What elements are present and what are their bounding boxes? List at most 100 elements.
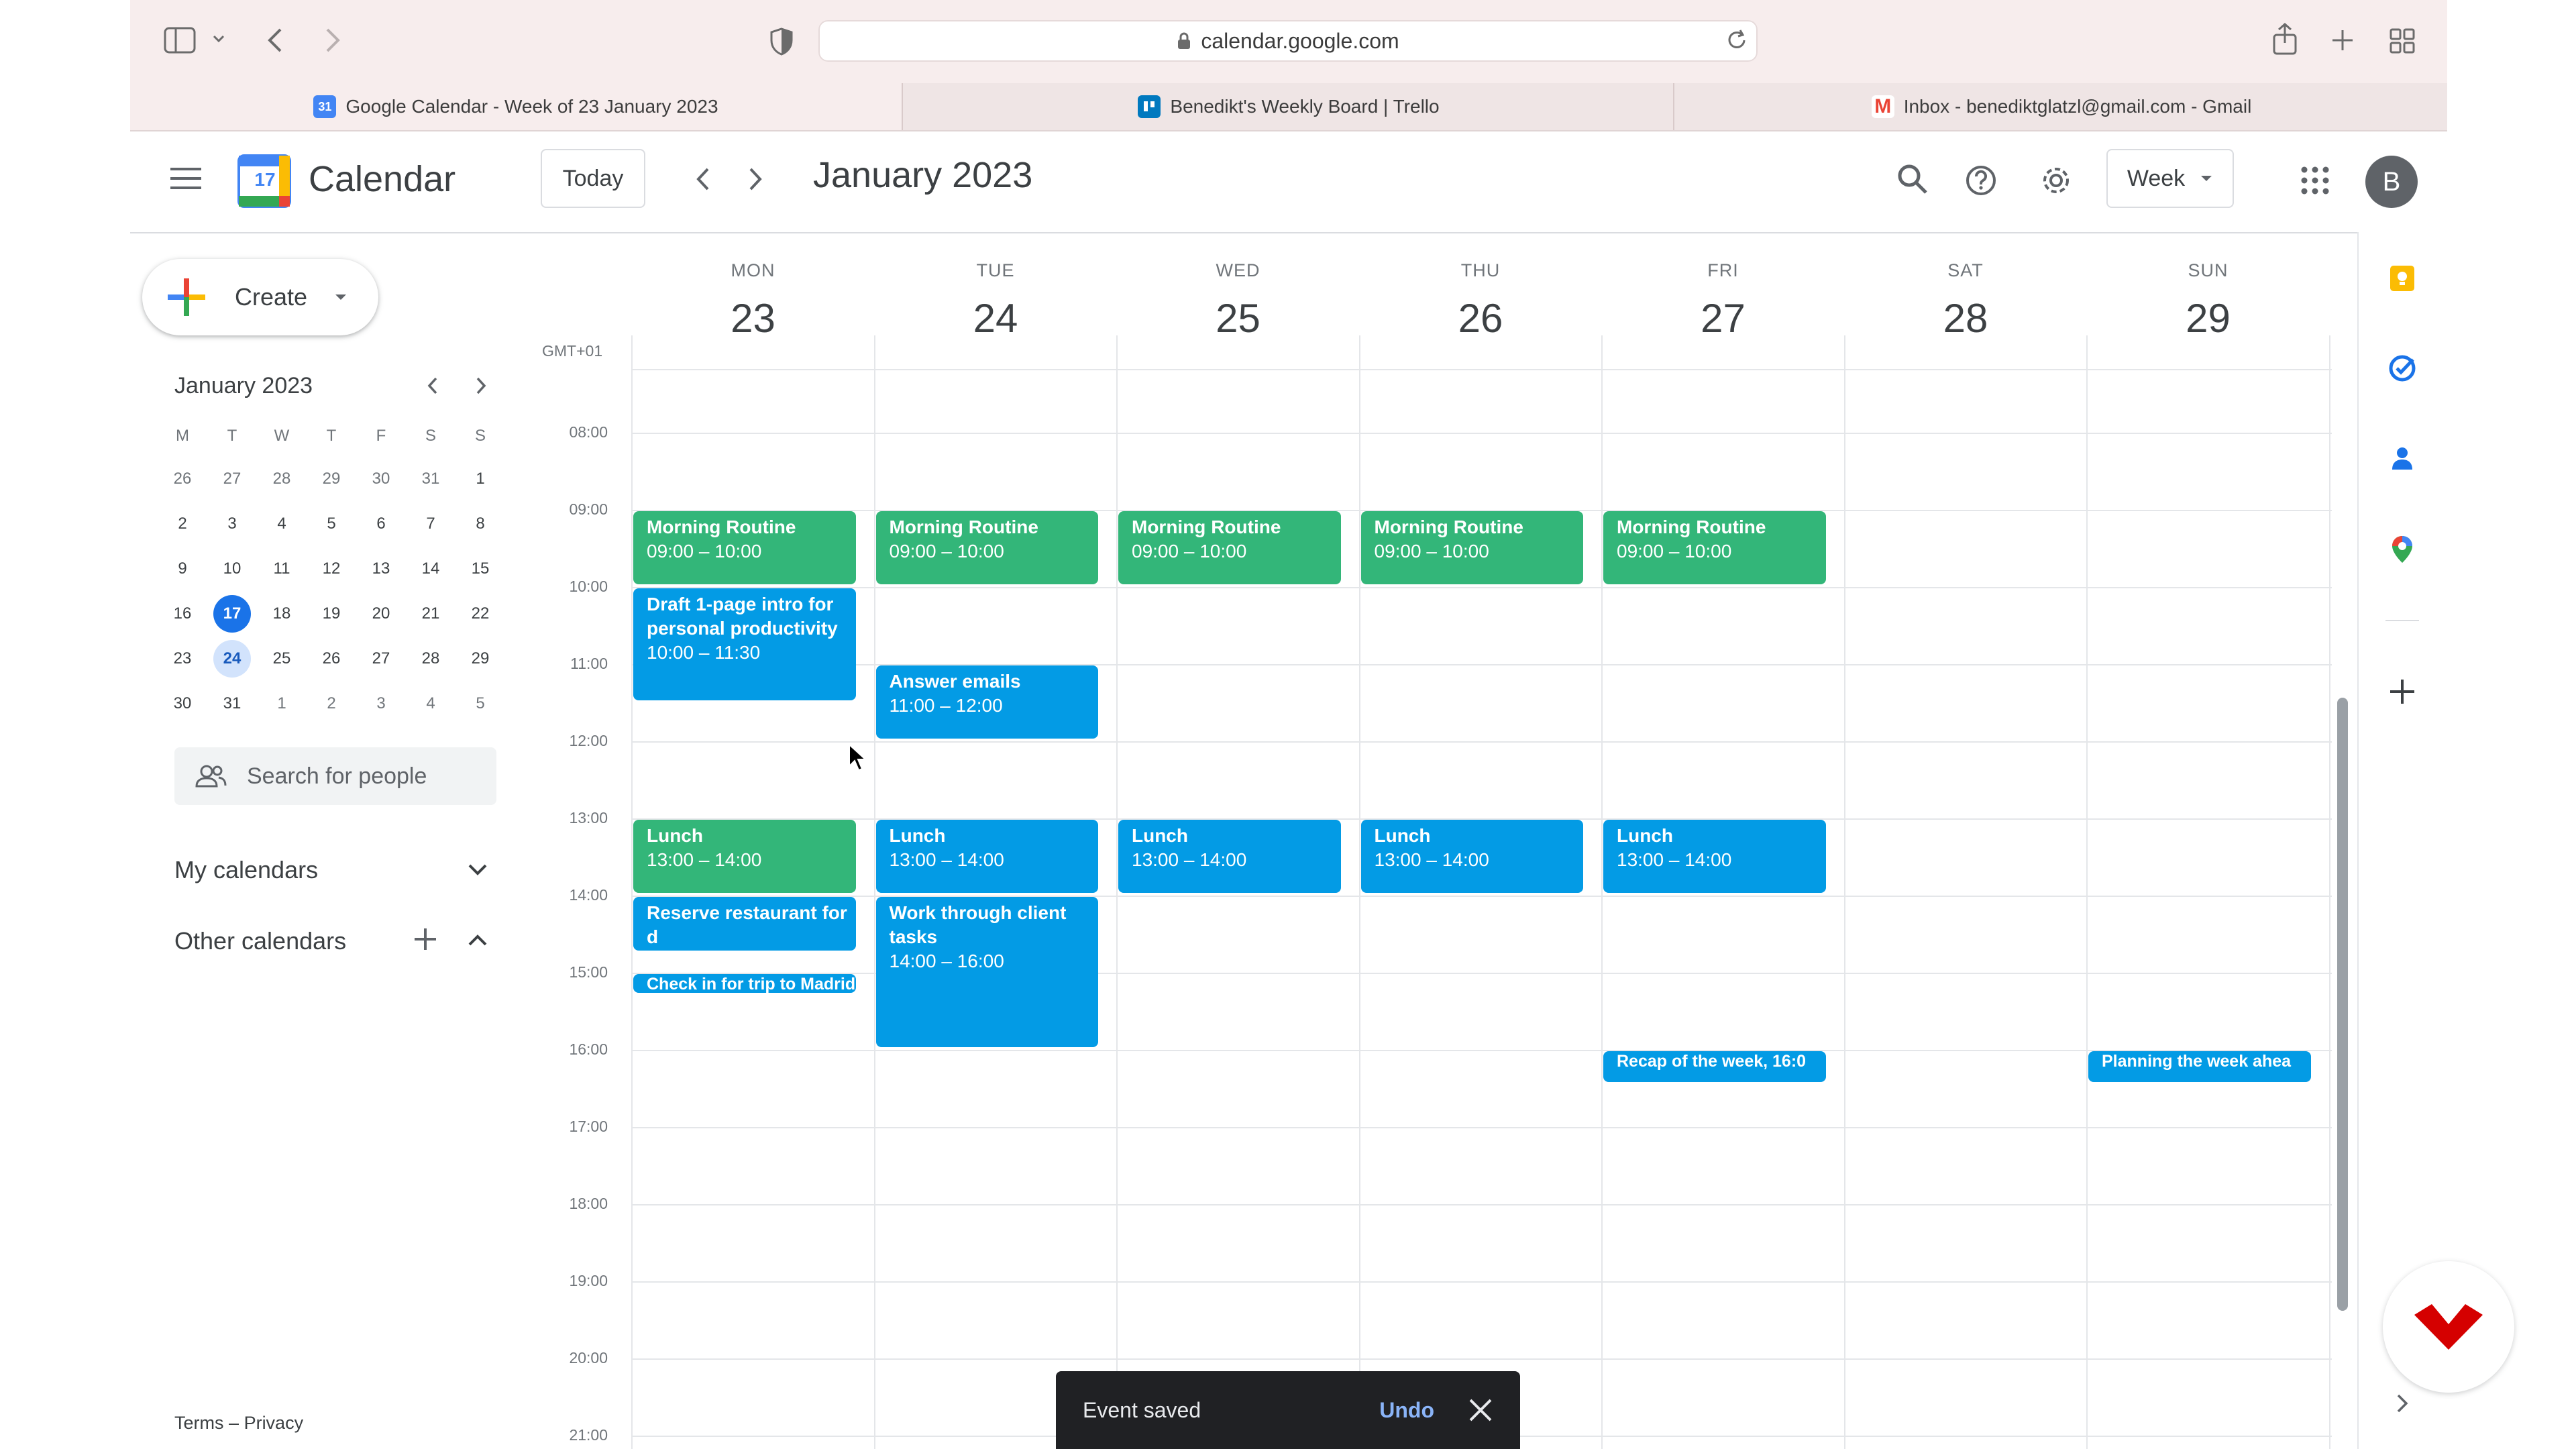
tab-google-calendar[interactable]: 31 Google Calendar - Week of 23 January … bbox=[130, 83, 902, 130]
calendar-event[interactable]: Morning Routine 09:00 – 10:00 bbox=[1603, 511, 1826, 584]
previous-week-icon[interactable] bbox=[691, 164, 715, 195]
mini-calendar-day[interactable]: 1 bbox=[263, 685, 301, 722]
share-icon[interactable] bbox=[2271, 23, 2298, 55]
mini-calendar-day[interactable]: 5 bbox=[462, 685, 499, 722]
mini-calendar-day[interactable]: 28 bbox=[263, 460, 301, 498]
add-other-calendar-icon[interactable] bbox=[412, 926, 439, 953]
mini-calendar-day[interactable]: 1 bbox=[462, 460, 499, 498]
calendar-event[interactable]: Lunch 13:00 – 14:00 bbox=[1603, 820, 1826, 893]
tab-trello[interactable]: Benedikt's Weekly Board | Trello bbox=[902, 83, 1674, 130]
add-addon-icon[interactable] bbox=[2388, 678, 2416, 706]
day-number[interactable]: 25 bbox=[1117, 295, 1359, 341]
mini-calendar-day[interactable]: 29 bbox=[462, 640, 499, 678]
calendar-event[interactable]: Morning Routine 09:00 – 10:00 bbox=[1360, 511, 1583, 584]
create-button[interactable]: Create bbox=[142, 259, 378, 335]
calendar-event[interactable]: Lunch 13:00 – 14:00 bbox=[1360, 820, 1583, 893]
calendar-event[interactable]: Lunch 13:00 – 14:00 bbox=[1118, 820, 1341, 893]
floating-app-badge[interactable] bbox=[2383, 1261, 2514, 1393]
chevron-up-icon[interactable] bbox=[466, 930, 490, 950]
my-calendars-label[interactable]: My calendars bbox=[174, 856, 318, 884]
day-number[interactable]: 29 bbox=[2087, 295, 2329, 341]
chevron-down-icon[interactable] bbox=[466, 860, 490, 880]
tasks-icon[interactable] bbox=[2388, 354, 2416, 382]
day-number[interactable]: 23 bbox=[632, 295, 874, 341]
mini-calendar-day[interactable]: 5 bbox=[313, 505, 350, 543]
apps-grid-icon[interactable] bbox=[2300, 165, 2330, 196]
day-number[interactable]: 28 bbox=[1845, 295, 2087, 341]
mini-calendar-day[interactable]: 16 bbox=[164, 595, 201, 633]
calendar-event[interactable]: Lunch 13:00 – 14:00 bbox=[875, 820, 1098, 893]
mini-calendar-day[interactable]: 26 bbox=[164, 460, 201, 498]
view-switcher-button[interactable]: Week bbox=[2106, 149, 2234, 208]
mini-calendar-day[interactable]: 8 bbox=[462, 505, 499, 543]
undo-button[interactable]: Undo bbox=[1379, 1398, 1434, 1423]
mini-calendar-day[interactable]: 12 bbox=[313, 550, 350, 588]
mini-calendar-day[interactable]: 2 bbox=[313, 685, 350, 722]
next-week-icon[interactable] bbox=[743, 164, 767, 195]
mini-calendar-day[interactable]: 11 bbox=[263, 550, 301, 588]
mini-calendar-day[interactable]: 27 bbox=[213, 460, 251, 498]
mini-calendar-day[interactable]: 15 bbox=[462, 550, 499, 588]
close-icon[interactable] bbox=[1468, 1397, 1493, 1423]
mini-calendar-day[interactable]: 30 bbox=[362, 460, 400, 498]
mini-calendar-day[interactable]: 19 bbox=[313, 595, 350, 633]
mini-calendar-day[interactable]: 2 bbox=[164, 505, 201, 543]
mini-calendar-day[interactable]: 13 bbox=[362, 550, 400, 588]
mini-calendar-day[interactable]: 27 bbox=[362, 640, 400, 678]
search-icon[interactable] bbox=[1896, 162, 1929, 196]
calendar-event[interactable]: Recap of the week, 16:0 bbox=[1603, 1051, 1826, 1082]
account-avatar[interactable]: B bbox=[2365, 156, 2418, 208]
mini-calendar-day[interactable]: 18 bbox=[263, 595, 301, 633]
mini-calendar-day[interactable]: 31 bbox=[213, 685, 251, 722]
settings-gear-icon[interactable] bbox=[2038, 162, 2074, 199]
mini-calendar-day[interactable]: 23 bbox=[164, 640, 201, 678]
day-number[interactable]: 26 bbox=[1360, 295, 1602, 341]
mini-calendar-day[interactable]: 7 bbox=[412, 505, 449, 543]
calendar-event[interactable]: Answer emails 11:00 – 12:00 bbox=[875, 665, 1098, 739]
forward-icon[interactable] bbox=[323, 27, 342, 54]
mini-calendar-day[interactable]: 29 bbox=[313, 460, 350, 498]
mini-prev-month-icon[interactable] bbox=[423, 376, 443, 396]
mini-calendar-day[interactable]: 26 bbox=[313, 640, 350, 678]
mini-calendar-day[interactable]: 21 bbox=[412, 595, 449, 633]
mini-calendar-day[interactable]: 25 bbox=[263, 640, 301, 678]
address-bar[interactable]: calendar.google.com bbox=[818, 20, 1758, 62]
mini-next-month-icon[interactable] bbox=[471, 376, 491, 396]
mini-calendar-day[interactable]: 6 bbox=[362, 505, 400, 543]
day-number[interactable]: 27 bbox=[1602, 295, 1844, 341]
tab-gmail[interactable]: M Inbox - benediktglatzl@gmail.com - Gma… bbox=[1673, 83, 2449, 130]
search-people-field[interactable]: Search for people bbox=[174, 747, 496, 805]
calendar-event[interactable]: Morning Routine 09:00 – 10:00 bbox=[875, 511, 1098, 584]
calendar-event[interactable]: Planning the week ahea bbox=[2088, 1051, 2311, 1082]
calendar-event[interactable]: Morning Routine 09:00 – 10:00 bbox=[633, 511, 856, 584]
mini-calendar-day[interactable]: 14 bbox=[412, 550, 449, 588]
main-menu-icon[interactable] bbox=[169, 165, 203, 192]
mini-calendar-day[interactable]: 30 bbox=[164, 685, 201, 722]
back-icon[interactable] bbox=[266, 27, 284, 54]
mini-calendar-day[interactable]: 9 bbox=[164, 550, 201, 588]
maps-pin-icon[interactable] bbox=[2388, 535, 2416, 564]
mini-calendar-day[interactable]: 4 bbox=[412, 685, 449, 722]
grid-scrollbar[interactable] bbox=[2337, 698, 2348, 1311]
mini-calendar-day[interactable]: 3 bbox=[362, 685, 400, 722]
reload-icon[interactable] bbox=[1725, 28, 1748, 52]
calendar-event[interactable]: Lunch 13:00 – 14:00 bbox=[633, 820, 856, 893]
expand-side-panel-icon[interactable] bbox=[2392, 1390, 2412, 1417]
chevron-down-icon[interactable] bbox=[212, 34, 225, 44]
mini-calendar-day[interactable]: 24 bbox=[213, 640, 251, 678]
day-number[interactable]: 24 bbox=[875, 295, 1117, 341]
mini-calendar-day[interactable]: 31 bbox=[412, 460, 449, 498]
calendar-event[interactable]: Reserve restaurant for d 14:00 – 14:45 bbox=[633, 897, 856, 951]
mini-calendar-day[interactable]: 4 bbox=[263, 505, 301, 543]
new-tab-icon[interactable] bbox=[2330, 28, 2355, 52]
sidebar-icon[interactable] bbox=[164, 27, 196, 54]
today-button[interactable]: Today bbox=[541, 149, 645, 208]
mini-calendar-day[interactable]: 22 bbox=[462, 595, 499, 633]
terms-link[interactable]: Terms bbox=[174, 1413, 224, 1433]
other-calendars-label[interactable]: Other calendars bbox=[174, 927, 346, 955]
calendar-event[interactable]: Morning Routine 09:00 – 10:00 bbox=[1118, 511, 1341, 584]
mini-calendar-day[interactable]: 10 bbox=[213, 550, 251, 588]
shield-icon[interactable] bbox=[769, 27, 794, 56]
mini-calendar-day[interactable]: 17 bbox=[213, 595, 251, 633]
keep-icon[interactable] bbox=[2388, 264, 2416, 292]
